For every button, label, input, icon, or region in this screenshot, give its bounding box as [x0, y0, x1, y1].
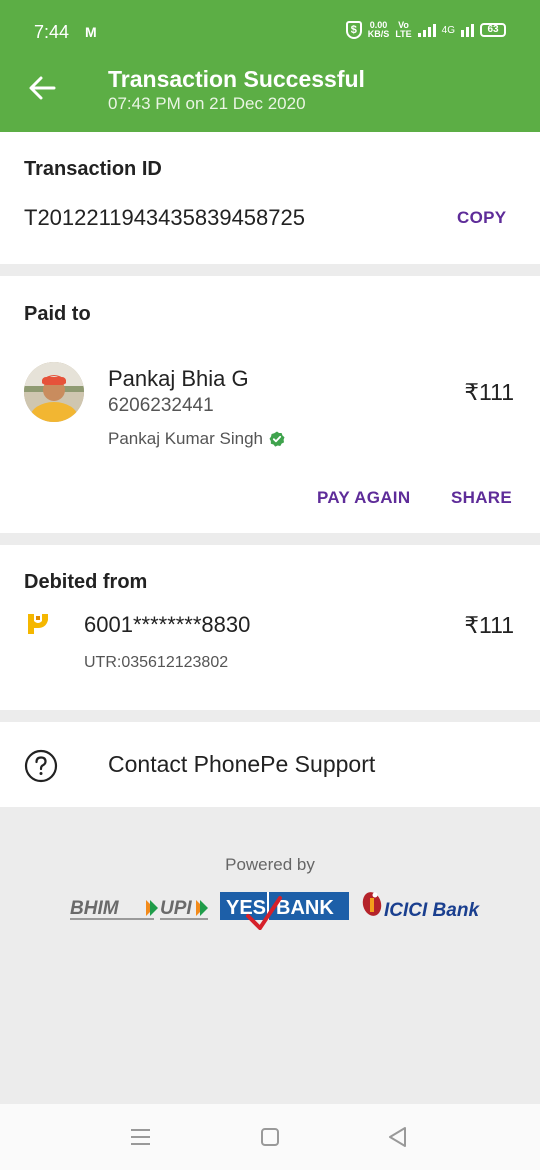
icici-bank-logo: ICICI Bank: [362, 892, 480, 921]
help-icon: [24, 749, 58, 783]
payee-phone: 6206232441: [108, 395, 214, 416]
avatar: [24, 362, 84, 422]
account-number: 6001********8830: [84, 612, 251, 637]
upi-logo: UPI: [160, 898, 208, 920]
debited-amount: ₹111: [464, 612, 514, 638]
battery-icon: 63: [480, 23, 506, 37]
mail-icon: M: [85, 24, 97, 40]
back-nav-icon[interactable]: [383, 1124, 413, 1150]
transaction-id-card: Transaction ID T2012211943435839458725 C…: [0, 132, 540, 264]
status-bar: 7:44 M $ 0.00 KB/S Vo LTE 4G 63: [0, 0, 540, 48]
pay-again-button[interactable]: PAY AGAIN: [317, 488, 410, 508]
back-arrow-icon[interactable]: [26, 72, 58, 104]
transaction-datetime: 07:43 PM on 21 Dec 2020: [108, 94, 306, 113]
partner-logos: BHIM UPI YES BANK ICICI Bank: [70, 892, 480, 930]
transaction-id-label: Transaction ID: [24, 158, 162, 180]
icici-logo-text: ICICI Bank: [384, 900, 480, 921]
volte-bottom: LTE: [395, 29, 412, 39]
registered-name-text: Pankaj Kumar Singh: [108, 429, 263, 448]
payee-registered-name: Pankaj Kumar Singh: [108, 429, 285, 449]
bhim-logo: BHIM: [70, 898, 158, 920]
copy-button[interactable]: COPY: [457, 208, 506, 228]
yes-bank-logo: YES BANK: [220, 892, 349, 930]
system-nav-bar: [0, 1104, 540, 1170]
contact-support-label: Contact PhonePe Support: [108, 751, 376, 777]
volte-icon: Vo LTE: [395, 21, 411, 39]
bhim-logo-text: BHIM: [70, 898, 120, 919]
network-type: 4G: [441, 24, 455, 36]
transaction-id-value: T2012211943435839458725: [24, 205, 305, 230]
paid-amount: ₹111: [464, 379, 514, 405]
utr-number: UTR:035612123802: [84, 654, 229, 671]
payee-name: Pankaj Bhia G: [108, 366, 249, 391]
pnb-bank-icon: [28, 614, 48, 634]
app-bar: Transaction Successful 07:43 PM on 21 De…: [0, 48, 540, 132]
signal-icon-2: [461, 23, 474, 37]
yes-logo-text: YES: [226, 897, 266, 919]
status-time: 7:44: [34, 22, 70, 42]
bank-logo-text: BANK: [276, 897, 334, 919]
signal-icon: [417, 23, 436, 37]
menu-nav-icon[interactable]: [126, 1124, 156, 1150]
share-button[interactable]: SHARE: [451, 488, 512, 508]
support-row[interactable]: Contact PhonePe Support: [0, 722, 540, 807]
paid-to-label: Paid to: [24, 303, 91, 325]
payee-photo: [24, 362, 84, 422]
home-nav-icon[interactable]: [255, 1124, 285, 1150]
speed-unit: KB/S: [367, 29, 390, 39]
verified-badge-icon: [269, 431, 285, 447]
powered-by-label: Powered by: [225, 855, 315, 874]
paid-to-card: Paid to Pankaj Bhia G 6206232441 Pankaj …: [0, 276, 540, 533]
debited-from-label: Debited from: [24, 571, 148, 593]
upi-logo-text: UPI: [160, 898, 192, 919]
status-icons: $ 0.00 KB/S Vo LTE 4G 63: [345, 21, 506, 39]
page-title: Transaction Successful: [108, 66, 365, 92]
shield-icon: $: [345, 21, 362, 39]
debited-from-card: Debited from 6001********8830 ₹111 UTR:0…: [0, 545, 540, 710]
network-speed: 0.00 KB/S: [368, 21, 390, 39]
